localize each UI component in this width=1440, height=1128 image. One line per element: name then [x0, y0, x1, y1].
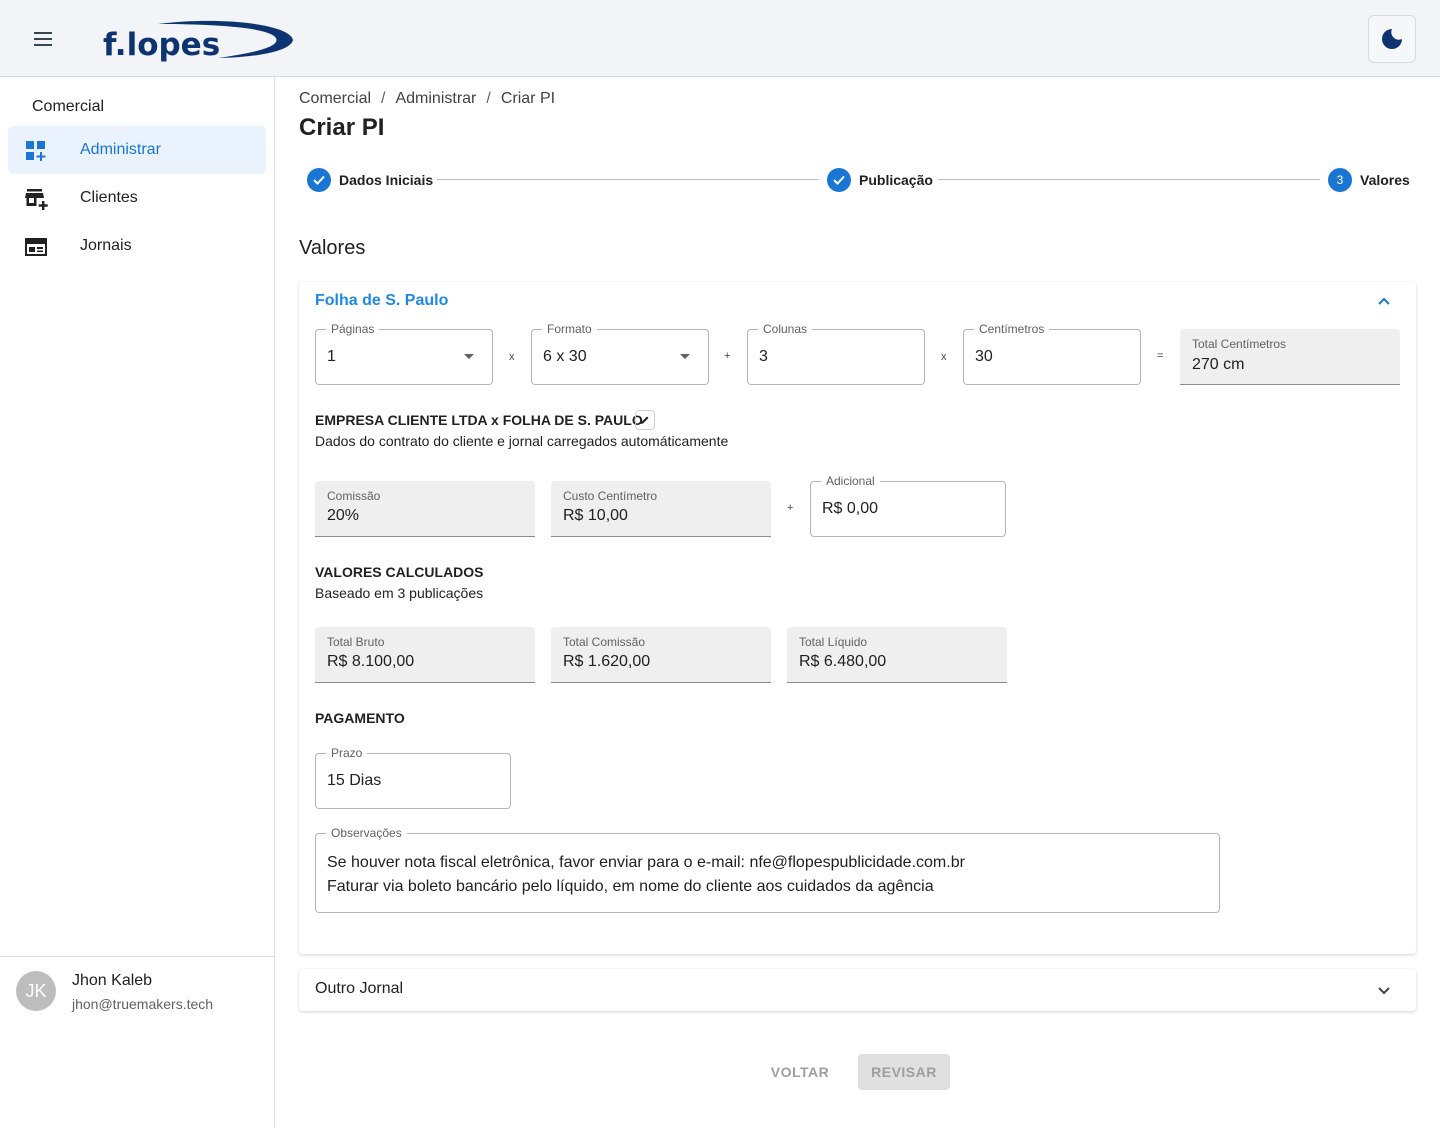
payment-title: PAGAMENTO	[315, 710, 405, 726]
equals-operator: =	[1157, 350, 1164, 362]
hamburger-menu-icon	[34, 32, 52, 46]
newspaper-card: Folha de S. Paulo Páginas 1 x Formato 6 …	[299, 282, 1416, 954]
back-button[interactable]: VOLTAR	[760, 1054, 840, 1090]
sidebar-item-jornais[interactable]: Jornais	[8, 222, 266, 270]
menu-button[interactable]	[24, 22, 64, 56]
breadcrumb: Comercial / Administrar / Criar PI	[299, 90, 555, 108]
check-icon	[827, 168, 851, 192]
sidebar-item-label: Administrar	[80, 141, 161, 158]
add-business-icon	[25, 189, 48, 210]
section-title: Valores	[299, 237, 366, 259]
total-centimetros-field: Total Centímetros 270 cm	[1180, 329, 1400, 385]
observacoes-line: Faturar via boleto bancário pelo líquido…	[327, 878, 934, 895]
sidebar-heading: Comercial	[32, 98, 105, 115]
step-label: Dados Iniciais	[339, 172, 434, 188]
sidebar: Comercial Administrar Clientes Jornais J…	[0, 77, 275, 1128]
contract-title: EMPRESA CLIENTE LTDA x FOLHA DE S. PAULO	[315, 412, 643, 428]
total-bruto-field: Total Bruto R$ 8.100,00	[315, 627, 535, 683]
observacoes-textarea[interactable]: Observações Se houver nota fiscal eletrô…	[315, 826, 1220, 913]
step-publicacao[interactable]: Publicação	[827, 168, 933, 192]
step-connector	[437, 179, 819, 180]
sidebar-item-label: Jornais	[80, 237, 132, 254]
step-number: 3	[1328, 168, 1352, 192]
edit-contract-button[interactable]	[635, 410, 655, 430]
other-newspaper-card[interactable]: Outro Jornal	[299, 969, 1416, 1011]
sidebar-item-clientes[interactable]: Clientes	[8, 174, 266, 222]
svg-text:f.lopes: f.lopes	[103, 27, 220, 62]
breadcrumb-administrar[interactable]: Administrar	[395, 90, 476, 108]
sidebar-item-administrar[interactable]: Administrar	[8, 126, 266, 174]
times-operator: x	[941, 351, 947, 363]
user-name: Jhon Kaleb	[72, 972, 153, 989]
breadcrumb-comercial[interactable]: Comercial	[299, 90, 371, 108]
step-label: Valores	[1360, 172, 1410, 188]
step-label: Publicação	[859, 172, 933, 188]
avatar: JK	[16, 971, 56, 1011]
paginas-select[interactable]: Páginas 1	[315, 322, 493, 385]
caret-down-icon	[680, 354, 690, 359]
formato-select[interactable]: Formato 6 x 30	[531, 322, 709, 385]
caret-down-icon	[464, 354, 474, 359]
adicional-input[interactable]: Adicional R$ 0,00	[810, 474, 1006, 537]
dashboard-add-icon	[26, 141, 46, 161]
newspaper-icon	[25, 238, 47, 256]
step-connector	[938, 179, 1320, 180]
breadcrumb-separator: /	[486, 90, 491, 107]
step-valores[interactable]: 3 Valores	[1328, 168, 1410, 192]
breadcrumb-current: Criar PI	[500, 90, 556, 107]
review-button[interactable]: REVISAR	[858, 1054, 950, 1090]
theme-toggle-button[interactable]	[1368, 15, 1416, 63]
other-newspaper-title: Outro Jornal	[315, 980, 404, 997]
comissao-field: Comissão 20%	[315, 481, 535, 537]
user-email: jhon@truemakers.tech	[72, 996, 214, 1012]
observacoes-line: Se houver nota fiscal eletrônica, favor …	[327, 854, 965, 871]
stepper: Dados Iniciais Publicação 3 Valores	[299, 168, 1415, 194]
plus-operator: +	[787, 502, 794, 514]
page-title: Criar PI	[299, 114, 385, 141]
calculated-title: VALORES CALCULADOS	[315, 564, 484, 580]
pencil-icon	[641, 416, 649, 424]
centimetros-input[interactable]: Centímetros 30	[963, 322, 1141, 385]
newspaper-title[interactable]: Folha de S. Paulo	[315, 292, 448, 310]
plus-operator: +	[724, 350, 731, 362]
chevron-up-icon[interactable]	[1374, 291, 1394, 311]
contract-subtitle: Dados do contrato do cliente e jornal ca…	[315, 433, 729, 449]
step-dados-iniciais[interactable]: Dados Iniciais	[307, 168, 433, 192]
chevron-down-icon[interactable]	[1374, 980, 1394, 1000]
sidebar-item-label: Clientes	[80, 189, 138, 206]
prazo-input[interactable]: Prazo 15 Dias	[315, 746, 511, 809]
calculated-subtitle: Baseado em 3 publicações	[315, 585, 484, 601]
moon-icon	[1382, 29, 1402, 49]
total-comissao-field: Total Comissão R$ 1.620,00	[551, 627, 771, 683]
breadcrumb-separator: /	[381, 90, 386, 107]
top-app-bar: f.lopes	[0, 0, 1440, 77]
total-liquido-field: Total Líquido R$ 6.480,00	[787, 627, 1007, 683]
colunas-input[interactable]: Colunas 3	[747, 322, 925, 385]
times-operator: x	[509, 351, 515, 363]
user-profile[interactable]: JK Jhon Kaleb jhon@truemakers.tech	[0, 956, 274, 1128]
check-icon	[307, 168, 331, 192]
custo-centimetro-field: Custo Centímetro R$ 10,00	[551, 481, 771, 537]
brand-logo[interactable]: f.lopes	[100, 18, 300, 63]
